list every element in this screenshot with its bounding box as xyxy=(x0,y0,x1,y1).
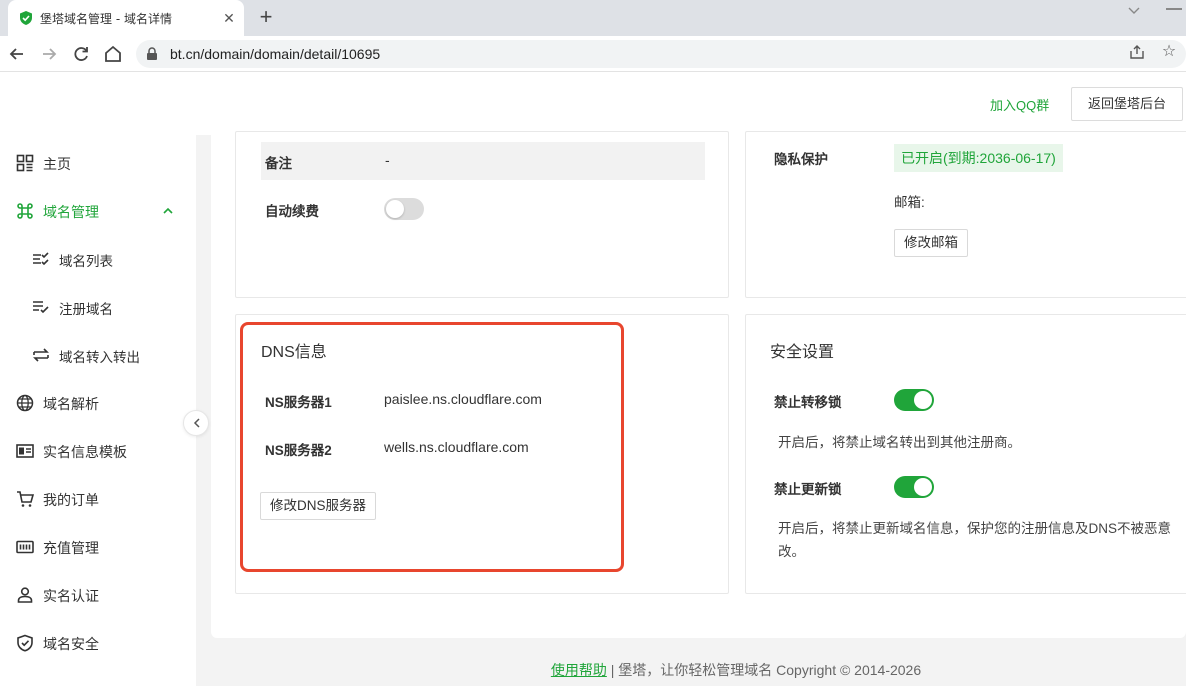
sidebar-item-label: 域名解析 xyxy=(43,396,99,412)
transfer-icon xyxy=(33,348,49,362)
sidebar-item-domain-list[interactable]: 域名列表 xyxy=(0,235,196,283)
sidebar-item-dns-resolve[interactable]: 域名解析 xyxy=(0,379,196,427)
globe-icon xyxy=(16,394,34,412)
id-card-icon xyxy=(16,444,34,458)
reload-icon[interactable] xyxy=(70,43,92,65)
back-arrow-icon[interactable] xyxy=(6,43,28,65)
sidebar-item-domain-management[interactable]: 域名管理 xyxy=(0,187,196,235)
chevron-up-icon[interactable] xyxy=(162,205,174,217)
note-value: - xyxy=(385,152,390,168)
list-check-icon xyxy=(33,252,49,266)
toggle-knob xyxy=(386,200,404,218)
forward-arrow-icon[interactable] xyxy=(38,43,60,65)
transfer-lock-label: 禁止转移锁 xyxy=(774,395,842,410)
new-tab-button[interactable]: + xyxy=(254,6,278,30)
sidebar-item-label: 我的订单 xyxy=(43,492,99,508)
sidebar-item-label: 主页 xyxy=(43,156,71,172)
security-settings-card: 安全设置 禁止转移锁 开启后，将禁止域名转出到其他注册商。 禁止更新锁 开启后，… xyxy=(745,314,1186,594)
browser-toolbar: bt.cn/domain/domain/detail/10695 xyxy=(0,36,1186,72)
dashboard-icon xyxy=(16,154,34,172)
sidebar-item-label: 注册域名 xyxy=(59,302,113,317)
toggle-knob xyxy=(914,391,932,409)
tab-title: 堡塔域名管理 - 域名详情 xyxy=(40,12,172,26)
update-lock-toggle[interactable] xyxy=(894,476,934,498)
sidebar-item-label: 实名信息模板 xyxy=(43,444,127,460)
page-header: 加入QQ群 返回堡塔后台 xyxy=(0,73,1186,135)
cart-icon xyxy=(17,491,34,507)
transfer-lock-toggle[interactable] xyxy=(894,389,934,411)
back-to-panel-button[interactable]: 返回堡塔后台 xyxy=(1071,87,1183,121)
browser-tab-bar: 堡塔域名管理 - 域名详情 ✕ + xyxy=(0,0,1186,36)
footer-copyright: | 堡塔，让你轻松管理域名 Copyright © 2014-2026 xyxy=(606,662,922,678)
update-lock-label: 禁止更新锁 xyxy=(774,482,842,497)
bt-shield-favicon-icon xyxy=(20,11,32,25)
user-icon xyxy=(17,587,33,603)
transfer-lock-description: 开启后，将禁止域名转出到其他注册商。 xyxy=(778,435,1021,450)
edit-email-button[interactable]: 修改邮箱 xyxy=(894,229,968,257)
sidebar-item-label: 域名管理 xyxy=(43,204,99,220)
sidebar-item-realname-auth[interactable]: 实名认证 xyxy=(0,571,196,619)
auto-renew-toggle[interactable] xyxy=(384,198,424,220)
sidebar-item-domain-transfer[interactable]: 域名转入转出 xyxy=(0,331,196,379)
privacy-status-badge: 已开启(到期:2036-06-17) xyxy=(894,144,1063,172)
share-icon[interactable] xyxy=(1128,43,1146,61)
sidebar-item-realname-template[interactable]: 实名信息模板 xyxy=(0,427,196,475)
page-footer: 使用帮助 | 堡塔，让你轻松管理域名 Copyright © 2014-2026 xyxy=(196,660,1186,686)
email-label: 邮箱: xyxy=(894,195,925,210)
browser-tab[interactable]: 堡塔域名管理 - 域名详情 ✕ xyxy=(8,0,244,36)
sidebar: 主页 域名管理 域名列表 注册域名 域名转入转出 域名解析 实名信息模板 我的订… xyxy=(0,135,196,686)
lock-icon[interactable] xyxy=(146,47,158,61)
note-row: 备注 - xyxy=(261,142,705,180)
chevron-left-icon xyxy=(193,418,200,428)
join-qq-group-link[interactable]: 加入QQ群 xyxy=(990,95,1049,114)
list-add-icon xyxy=(33,301,49,314)
sidebar-item-my-orders[interactable]: 我的订单 xyxy=(0,475,196,523)
minimize-icon[interactable] xyxy=(1166,8,1182,10)
sidebar-item-label: 实名认证 xyxy=(43,588,99,604)
tab-close-icon[interactable]: ✕ xyxy=(220,9,238,27)
sidebar-item-register-domain[interactable]: 注册域名 xyxy=(0,283,196,331)
privacy-label: 隐私保护 xyxy=(774,152,828,167)
bookmark-star-icon[interactable]: ☆ xyxy=(1160,43,1178,61)
sidebar-item-domain-security[interactable]: 域名安全 xyxy=(0,619,196,667)
note-label: 备注 xyxy=(265,156,292,171)
sidebar-item-label: 域名安全 xyxy=(43,636,99,652)
tab-search-chevron-icon[interactable] xyxy=(1126,4,1142,18)
sidebar-item-label: 域名列表 xyxy=(59,254,113,269)
sidebar-item-home[interactable]: 主页 xyxy=(0,139,196,187)
sidebar-collapse-button[interactable] xyxy=(183,410,209,436)
update-lock-description-line1: 开启后，将禁止更新域名信息，保护您的注册信息及DNS不被恶意 xyxy=(778,521,1172,536)
wallet-icon xyxy=(16,540,34,554)
update-lock-description-line2: 改。 xyxy=(778,544,805,559)
security-card-title: 安全设置 xyxy=(770,344,835,361)
sidebar-item-label: 充值管理 xyxy=(43,540,99,556)
help-link[interactable]: 使用帮助 xyxy=(551,662,607,678)
shield-icon xyxy=(17,634,33,652)
toggle-knob xyxy=(914,478,932,496)
sidebar-item-label: 域名转入转出 xyxy=(59,350,140,365)
url-text[interactable]: bt.cn/domain/domain/detail/10695 xyxy=(170,46,380,62)
basic-info-card: 备注 - 自动续费 xyxy=(235,131,729,298)
command-icon xyxy=(17,203,33,219)
auto-renew-label: 自动续费 xyxy=(265,204,319,219)
address-bar[interactable]: bt.cn/domain/domain/detail/10695 xyxy=(136,40,1186,68)
home-icon[interactable] xyxy=(102,43,124,65)
dns-highlight-annotation xyxy=(240,322,624,572)
sidebar-item-recharge[interactable]: 充值管理 xyxy=(0,523,196,571)
